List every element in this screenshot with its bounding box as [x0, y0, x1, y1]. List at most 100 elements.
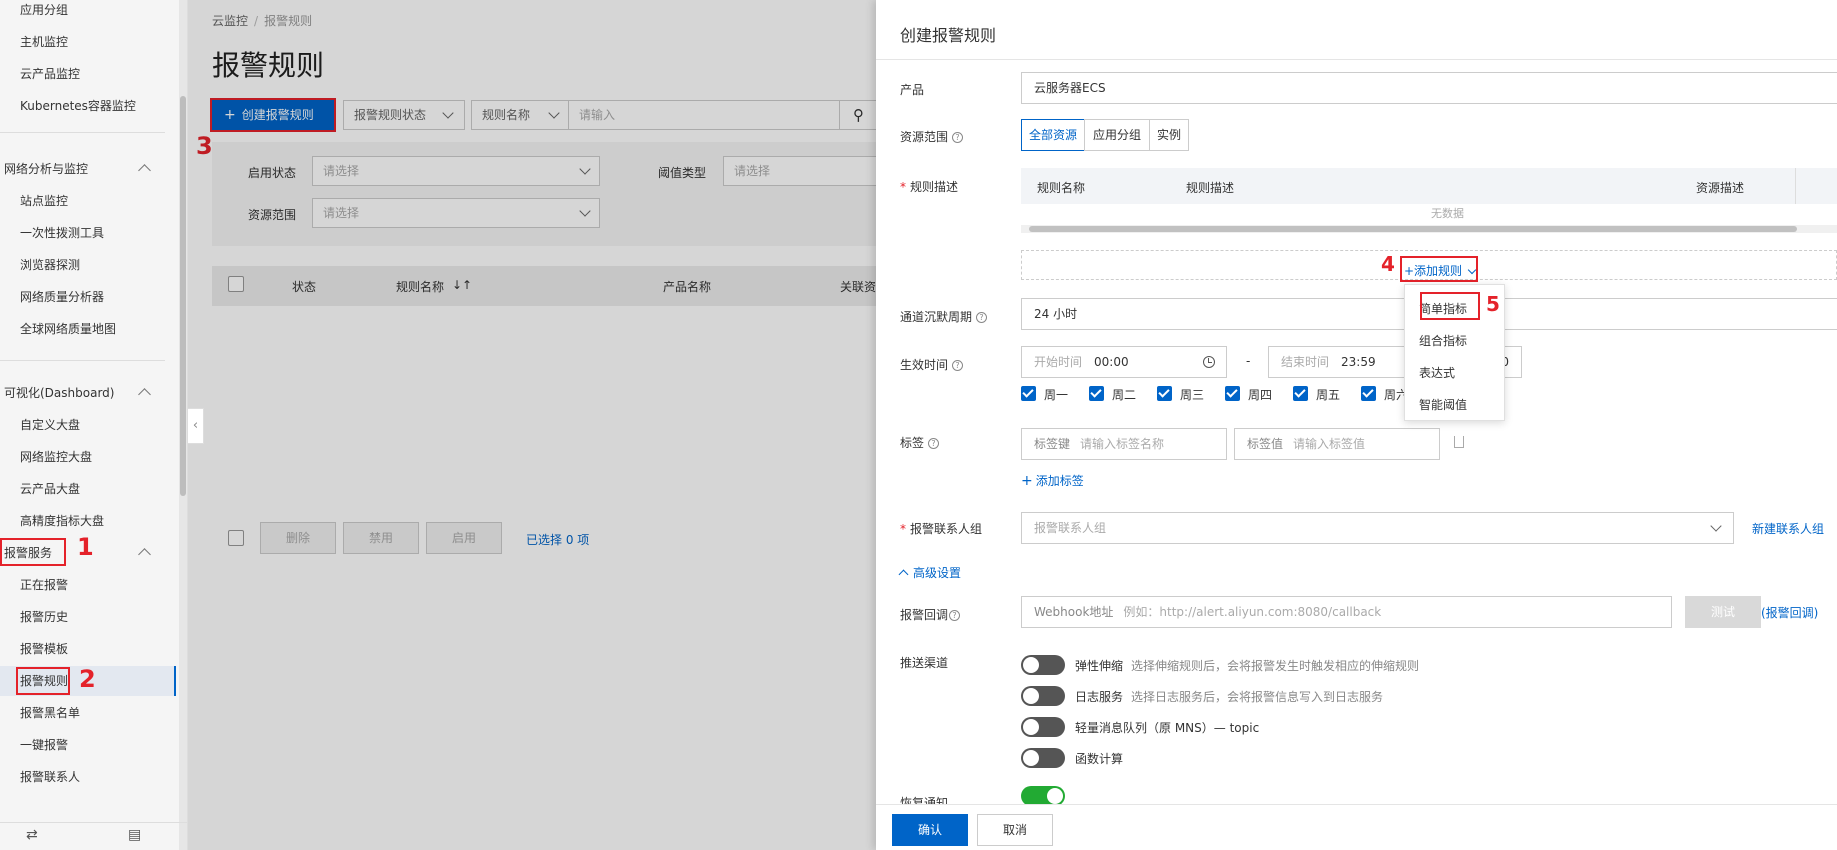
sidebar-item-network-dashboard[interactable]: 网络监控大盘: [20, 447, 92, 467]
test-button[interactable]: 测试: [1685, 596, 1761, 628]
weekday-label-tue: 周二: [1112, 388, 1137, 402]
sidebar-item-custom-dashboard[interactable]: 自定义大盘: [20, 415, 80, 435]
sidebar-item-alarm-blacklist[interactable]: 报警黑名单: [20, 703, 80, 723]
annotation-number-5: 5: [1486, 292, 1500, 316]
sidebar-item-kubernetes[interactable]: Kubernetes容器监控: [20, 96, 136, 116]
toggle-function-compute[interactable]: [1021, 748, 1065, 768]
sidebar-item-one-time-probe[interactable]: 一次性拨测工具: [20, 223, 104, 243]
menu-item-expression[interactable]: 表达式: [1419, 364, 1455, 381]
menu-item-combined-metric[interactable]: 组合指标: [1419, 332, 1467, 349]
toggle-auto-scaling[interactable]: [1021, 655, 1065, 675]
annotation-number-1: 1: [77, 533, 94, 561]
scrollbar-thumb[interactable]: [180, 96, 186, 496]
sidebar-item-host-monitor[interactable]: 主机监控: [20, 32, 68, 52]
weekday-checkbox-wed[interactable]: [1157, 386, 1172, 401]
rule-column-resource: 资源描述: [1696, 181, 1745, 195]
contact-group-select[interactable]: 报警联系人组: [1021, 512, 1734, 544]
annotation-box-4: [1400, 256, 1478, 282]
help-icon[interactable]: ?: [949, 610, 961, 621]
start-time-label: 开始时间: [1034, 355, 1083, 369]
contact-group-placeholder: 报警联系人组: [1034, 521, 1107, 535]
scrollbar-thumb[interactable]: [1029, 226, 1797, 232]
rule-desc-label: * 规则描述: [900, 180, 959, 194]
advanced-settings-toggle[interactable]: 高级设置: [898, 564, 962, 581]
switch-icon[interactable]: ⇄: [26, 827, 38, 843]
confirm-button[interactable]: 确认: [892, 814, 968, 846]
sidebar-group-dashboard[interactable]: 可视化(Dashboard): [4, 383, 114, 403]
add-tag-link[interactable]: + 添加标签: [1021, 472, 1084, 489]
sidebar-item-cloud-product-monitor[interactable]: 云产品监控: [20, 64, 80, 84]
sidebar-footer: ⇄ ▤: [0, 822, 188, 850]
weekday-checkbox-mon[interactable]: [1021, 386, 1036, 401]
effective-time-label-text: 生效时间: [900, 358, 949, 372]
cancel-button[interactable]: 取消: [977, 814, 1053, 846]
chevron-up-icon[interactable]: [138, 388, 151, 401]
toggle-knob: [1023, 657, 1039, 673]
tag-value-input[interactable]: 标签值 请输入标签值: [1234, 428, 1440, 460]
sidebar-item-hp-dashboard[interactable]: 高精度指标大盘: [20, 511, 104, 531]
sidebar-item-alarm-history[interactable]: 报警历史: [20, 607, 68, 627]
help-icon[interactable]: ?: [952, 360, 964, 371]
silence-period-label: 通道沉默周期?: [900, 308, 988, 325]
sidebar-item-browser-probe[interactable]: 浏览器探测: [20, 255, 80, 275]
rule-desc-label-text: 规则描述: [910, 180, 959, 194]
end-time-picker[interactable]: 结束时间 23:59: [1268, 346, 1408, 378]
tag-value-placeholder: 请输入标签值: [1293, 437, 1366, 451]
sidebar-item-network-analyzer[interactable]: 网络质量分析器: [20, 287, 104, 307]
push-channel-name: 弹性伸缩: [1075, 659, 1124, 673]
modal-overlay[interactable]: [188, 0, 878, 850]
trash-icon[interactable]: [1454, 436, 1464, 448]
callback-help-link[interactable]: (报警回调): [1761, 604, 1818, 621]
advanced-settings-label: 高级设置: [913, 566, 962, 580]
push-channel-mns-topic: 轻量消息队列（原 MNS）— topic: [1075, 721, 1260, 735]
weekday-checkbox-sat[interactable]: [1361, 386, 1376, 401]
callback-label: 报警回调?: [900, 606, 961, 623]
sidebar-scrollbar[interactable]: [179, 0, 187, 850]
no-data-text: 无数据: [1431, 207, 1464, 220]
sidebar-item-global-network-map[interactable]: 全球网络质量地图: [20, 319, 116, 339]
rule-column-desc: 规则描述: [1186, 181, 1235, 195]
sidebar-item-cloud-dashboard[interactable]: 云产品大盘: [20, 479, 80, 499]
chevron-up-icon[interactable]: [138, 548, 151, 561]
toggle-mns-topic[interactable]: [1021, 717, 1065, 737]
sidebar-item-one-click-alarm[interactable]: 一键报警: [20, 735, 68, 755]
toggle-recover-notify[interactable]: [1021, 786, 1065, 806]
clock-icon: [1203, 356, 1215, 368]
tag-label: 标签?: [900, 434, 940, 451]
scope-option-app-group[interactable]: 应用分组: [1084, 119, 1150, 151]
weekday-checkbox-fri[interactable]: [1293, 386, 1308, 401]
push-channel-log-service: 日志服务 选择日志服务后，会将报警信息写入到日志服务: [1075, 688, 1383, 705]
product-label: 产品: [900, 83, 925, 97]
push-channel-function-compute: 函数计算: [1075, 752, 1124, 766]
help-icon[interactable]: ?: [928, 438, 940, 449]
webhook-input[interactable]: Webhook地址 例如：http://alert.aliyun.com:8080…: [1021, 596, 1672, 628]
start-time-picker[interactable]: 开始时间 00:00: [1021, 346, 1227, 378]
product-select[interactable]: 云服务器ECS: [1021, 72, 1837, 104]
help-icon[interactable]: ?: [952, 132, 964, 143]
scope-option-all[interactable]: 全部资源: [1021, 119, 1085, 151]
scope-option-instance[interactable]: 实例: [1149, 119, 1189, 151]
help-icon[interactable]: ?: [976, 312, 988, 323]
sidebar-item-alarm-template[interactable]: 报警模板: [20, 639, 68, 659]
sidebar: 应用分组 主机监控 云产品监控 Kubernetes容器监控 网络分析与监控 站…: [0, 0, 188, 850]
weekday-checkbox-thu[interactable]: [1225, 386, 1240, 401]
tag-key-input[interactable]: 标签键 请输入标签名称: [1021, 428, 1227, 460]
divider: [1795, 168, 1796, 204]
menu-item-smart-threshold[interactable]: 智能阈值: [1419, 396, 1467, 413]
sidebar-item-active-alarms[interactable]: 正在报警: [20, 575, 68, 595]
sidebar-item-alarm-contacts[interactable]: 报警联系人: [20, 767, 80, 787]
create-rule-drawer: 创建报警规则 产品 云服务器ECS 资源范围? 全部资源 应用分组 实例 * 规则…: [876, 0, 1837, 850]
table-horizontal-scrollbar[interactable]: [1021, 225, 1837, 233]
sidebar-item-app-group[interactable]: 应用分组: [20, 0, 68, 20]
weekday-checkbox-tue[interactable]: [1089, 386, 1104, 401]
rule-table-header: 规则名称 规则描述 资源描述: [1021, 168, 1837, 204]
new-contact-group-link[interactable]: 新建联系人组: [1752, 520, 1824, 537]
collapse-sidebar-icon[interactable]: ‹: [188, 408, 204, 444]
toggle-log-service[interactable]: [1021, 686, 1065, 706]
sidebar-group-network[interactable]: 网络分析与监控: [4, 159, 88, 179]
layout-icon[interactable]: ▤: [128, 827, 141, 843]
sidebar-item-site-monitor[interactable]: 站点监控: [20, 191, 68, 211]
scope-label: 资源范围?: [900, 128, 964, 145]
chevron-up-icon[interactable]: [138, 164, 151, 177]
weekday-label-wed: 周三: [1180, 388, 1205, 402]
